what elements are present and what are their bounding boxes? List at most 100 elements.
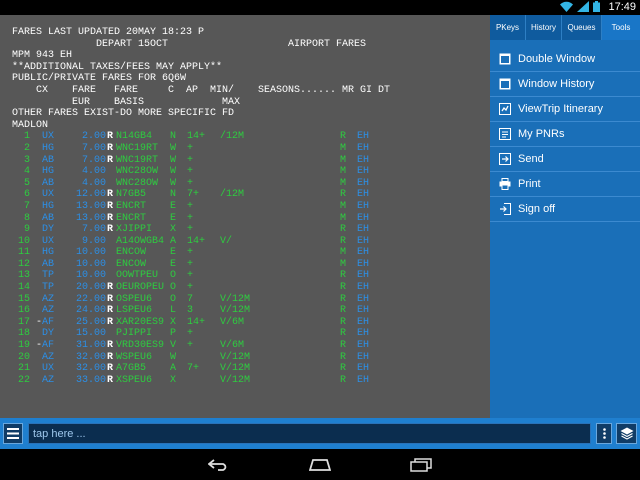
fare-list: 1 UX 2.00 R N14GB4 N 14+/12M R EH 2 HG 7.00 R WNC19RT…: [12, 131, 390, 386]
fare-cell-minmax: V/12M: [220, 293, 251, 305]
terminal-line: EUR BASIS MAX: [12, 96, 241, 108]
fare-cell-r: R: [107, 224, 114, 236]
fare-row: 1 UX 2.00 R N14GB4 N 14+/12M R EH: [12, 131, 390, 143]
fare-cell-cx: TP: [42, 282, 55, 294]
fare-cell-ap: 3: [187, 305, 194, 317]
fare-row: 4 HG 4.00 WNC28OW W + M EH: [12, 166, 390, 178]
print-icon: [498, 177, 512, 191]
more-options-button[interactable]: [596, 423, 612, 444]
fare-cell-minmax: V/6M: [220, 340, 245, 352]
fare-cell-fare: 7.00: [81, 142, 106, 154]
battery-icon: [593, 1, 600, 12]
fare-cell-gi: EH: [357, 189, 370, 201]
fare-row: 13 TP 10.00 OOWTPEU O + R EH: [12, 270, 390, 282]
fare-cell-num: 4: [23, 166, 30, 178]
fare-cell-r: R: [107, 200, 114, 212]
back-icon: [208, 459, 227, 471]
fare-cell-c: E: [170, 258, 177, 270]
menu-item-viewtrip-itinerary[interactable]: ViewTrip Itinerary: [490, 97, 640, 122]
fare-cell-cx: HG: [42, 166, 55, 178]
fare-cell-c: W: [170, 351, 177, 363]
fare-cell-cx: AZ: [42, 305, 55, 317]
fare-row: 12 AB 10.00 ENCOW E + M EH: [12, 259, 390, 271]
menu-item-window-history[interactable]: Window History: [490, 72, 640, 97]
fare-cell-c: W: [170, 142, 177, 154]
terminal-line: MPM 943 EH: [12, 50, 73, 62]
menu-item-send[interactable]: Send: [490, 147, 640, 172]
fare-cell-num: 19: [17, 340, 30, 352]
fare-cell-ap: +: [187, 212, 194, 224]
fare-cell-cx: AZ: [42, 351, 55, 363]
fare-cell-basis: WNC28OW: [116, 177, 159, 189]
fare-cell-mr: R: [340, 363, 347, 375]
fare-cell-minmax: V/: [220, 235, 233, 247]
terminal-line: DEPART 15OCT AIRPORT FARES: [12, 38, 367, 50]
fare-cell-ap: 7+: [187, 189, 200, 201]
fare-cell-r: R: [107, 189, 114, 201]
menu-item-sign-off[interactable]: Sign off: [490, 197, 640, 222]
fare-cell-mr: R: [340, 224, 347, 236]
fare-cell-num: 6: [23, 189, 30, 201]
fare-cell-ap: +: [187, 247, 194, 259]
layers-button[interactable]: [616, 423, 637, 444]
fare-cell-mr: R: [340, 293, 347, 305]
fare-cell-num: 21: [17, 363, 30, 375]
tab-queues[interactable]: Queues: [562, 15, 602, 40]
menu-item-my-pnrs[interactable]: My PNRs: [490, 122, 640, 147]
fare-cell-cx: AB: [42, 212, 55, 224]
more-vertical-icon: [602, 428, 606, 439]
fare-cell-c: A: [170, 363, 177, 375]
fare-cell-basis: OSPEU6: [116, 293, 153, 305]
hamburger-menu-button[interactable]: [3, 423, 23, 444]
fare-cell-basis: PJIPPI: [116, 328, 153, 340]
fare-cell-c: X: [170, 316, 177, 328]
menu-item-print[interactable]: Print: [490, 172, 640, 197]
tab-pkeys[interactable]: PKeys: [490, 15, 526, 40]
layers-icon: [620, 427, 633, 440]
fare-row: 14 TP 20.00 R OEUROPEU O + R EH: [12, 282, 390, 294]
fare-cell-gi: EH: [357, 305, 370, 317]
fare-cell-basis: WNC19RT: [116, 142, 159, 154]
fare-cell-num: 10: [17, 235, 30, 247]
fare-cell-gi: EH: [357, 328, 370, 340]
back-button[interactable]: [205, 455, 233, 475]
tab-history[interactable]: History: [526, 15, 562, 40]
fare-cell-gi: EH: [357, 258, 370, 270]
tab-tools[interactable]: Tools: [602, 15, 640, 40]
fare-cell-c: W: [170, 154, 177, 166]
fare-cell-gi: EH: [357, 340, 370, 352]
send-icon: [498, 152, 512, 166]
fare-cell-num: 9: [23, 224, 30, 236]
fare-cell-minmax: V/6M: [220, 316, 245, 328]
fare-cell-r: R: [107, 340, 114, 352]
fare-cell-num: 17: [17, 316, 30, 328]
fare-cell-cx: DY: [42, 224, 55, 236]
side-panel: PKeys History Queues Tools Double Window…: [490, 15, 640, 418]
terminal-line: **ADDITIONAL TAXES/FEES MAY APPLY**: [12, 61, 223, 73]
fare-cell-num: 7: [23, 200, 30, 212]
terminal-screen[interactable]: FARES LAST UPDATED 20MAY 18:23 P DEPART …: [0, 15, 490, 418]
fare-cell-num: 13: [17, 270, 30, 282]
status-icons: [560, 1, 600, 12]
fare-cell-minmax: /12M: [220, 189, 245, 201]
fare-cell-ap: +: [187, 258, 194, 270]
fare-cell-fare: 31.00: [75, 340, 106, 352]
signal-icon: [577, 1, 589, 12]
fare-cell-mr: R: [340, 282, 347, 294]
home-button[interactable]: [306, 455, 334, 475]
fare-cell-basis: WNC28OW: [116, 166, 159, 178]
fare-cell-ap: +: [187, 177, 194, 189]
recents-button[interactable]: [407, 455, 435, 475]
fare-cell-c: L: [170, 305, 177, 317]
menu-item-label: Double Window: [518, 53, 596, 65]
fare-cell-num: 22: [17, 374, 30, 386]
fare-cell-mr: R: [340, 340, 347, 352]
terminal-output: FARES LAST UPDATED 20MAY 18:23 P DEPART …: [12, 27, 390, 386]
command-input[interactable]: [28, 423, 591, 444]
menu-item-double-window[interactable]: Double Window: [490, 47, 640, 72]
fare-cell-mr: R: [340, 351, 347, 363]
menu-item-label: Window History: [518, 78, 595, 90]
fare-cell-fare: 20.00: [75, 282, 106, 294]
fare-cell-gi: EH: [357, 200, 370, 212]
terminal-line: PUBLIC/PRIVATE FARES FOR 6Q6W: [12, 73, 187, 85]
